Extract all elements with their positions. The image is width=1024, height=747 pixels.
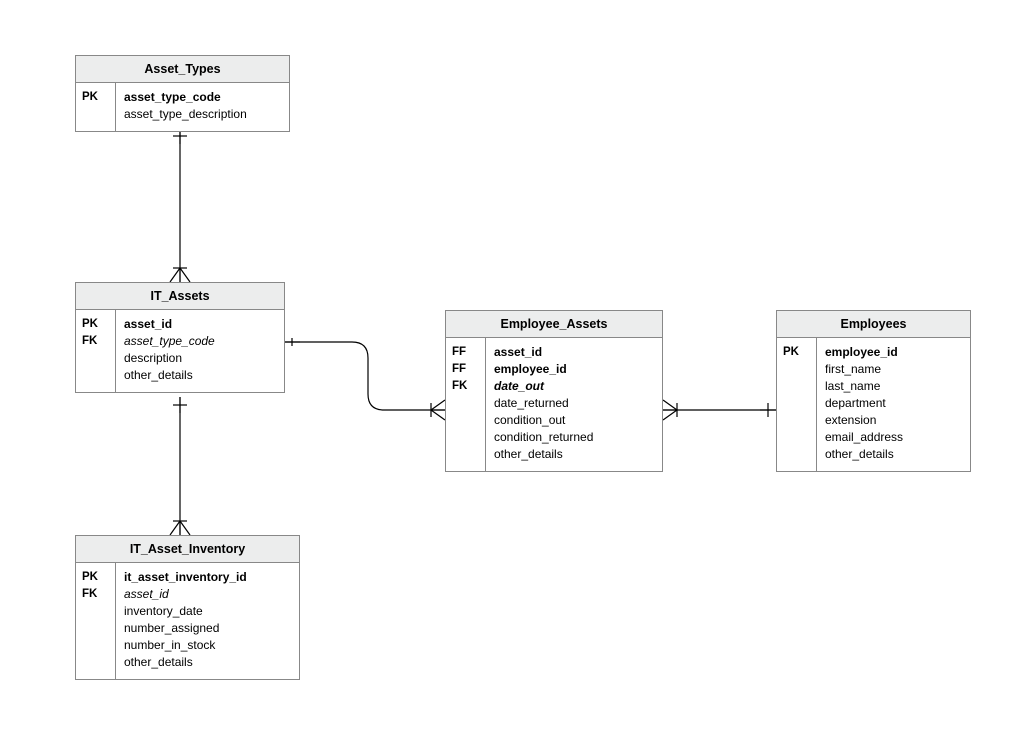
entity-employee-assets: Employee_Assets FF FF FK asset_id employ… [445, 310, 663, 472]
entity-title: Asset_Types [76, 56, 289, 83]
key-column: PK FK [76, 310, 116, 392]
entity-it-asset-inventory: IT_Asset_Inventory PK FK it_asset_invent… [75, 535, 300, 680]
entity-it-assets: IT_Assets PK FK asset_id asset_type_code… [75, 282, 285, 393]
entity-asset-types: Asset_Types PK asset_type_code asset_typ… [75, 55, 290, 132]
entity-title: IT_Asset_Inventory [76, 536, 299, 563]
key-column: PK FK [76, 563, 116, 679]
key-column: PK [777, 338, 817, 471]
entity-title: Employee_Assets [446, 311, 662, 338]
entity-employees: Employees PK employee_id first_name last… [776, 310, 971, 472]
fields-column: employee_id first_name last_name departm… [817, 338, 970, 471]
key-column: PK [76, 83, 116, 131]
fields-column: asset_type_code asset_type_description [116, 83, 289, 131]
fields-column: it_asset_inventory_id asset_id inventory… [116, 563, 299, 679]
fields-column: asset_id employee_id date_out date_retur… [486, 338, 662, 471]
fields-column: asset_id asset_type_code description oth… [116, 310, 284, 392]
entity-title: Employees [777, 311, 970, 338]
key-column: FF FF FK [446, 338, 486, 471]
entity-title: IT_Assets [76, 283, 284, 310]
